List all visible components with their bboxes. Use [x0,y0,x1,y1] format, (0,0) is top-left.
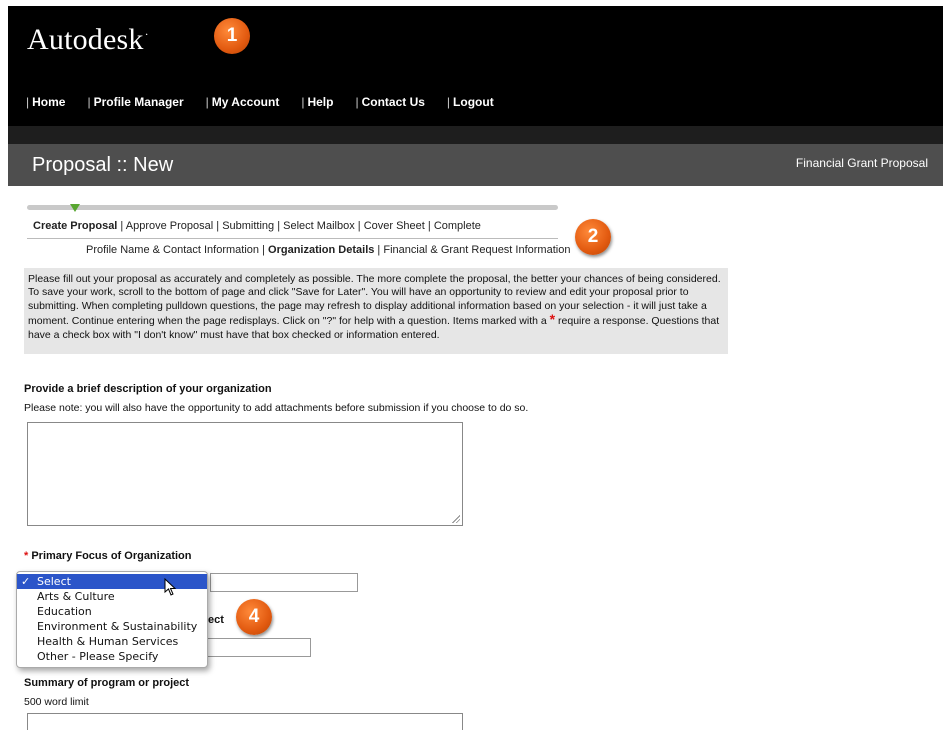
nav-logout[interactable]: | Logout [447,95,494,109]
substep-organization-details: Organization Details [268,244,375,256]
nav-help[interactable]: | Help [301,95,333,109]
header-divider-band [8,126,943,144]
proposal-type-label: Financial Grant Proposal [795,156,928,170]
summary-textarea[interactable] [27,713,463,730]
step-create-proposal: Create Proposal [33,220,118,232]
instructions-box: Please fill out your proposal as accurat… [24,268,728,354]
description-label: Provide a brief description of your orga… [24,383,272,395]
callout-badge-1: 1 [214,18,250,54]
progress-bar [27,204,558,212]
step-select-mailbox: Select Mailbox [283,220,355,232]
nav-profile-manager[interactable]: | Profile Manager [87,95,183,109]
nav-contact-us[interactable]: | Contact Us [355,95,424,109]
option-health-human-services[interactable]: Health & Human Services [17,634,207,649]
title-bar: Proposal :: New Financial Grant Proposal [8,144,943,186]
program-name-label: ect [208,614,224,626]
summary-note: 500 word limit [24,696,89,708]
step-approve-proposal: Approve Proposal [125,220,214,232]
primary-focus-other-input[interactable] [210,573,358,592]
option-select[interactable]: ✓ Select [17,574,207,589]
description-textarea[interactable] [27,422,463,526]
autodesk-logo[interactable]: Autodesk· [27,23,149,57]
summary-label: Summary of program or project [24,677,190,689]
description-note: Please note: you will also have the oppo… [24,402,529,414]
main-nav: | Home | Profile Manager | My Account | Help… [26,95,516,109]
checkmark-icon: ✓ [21,575,31,588]
primary-focus-label: * Primary Focus of Organization [24,550,192,562]
header-bar: Autodesk· | Home | Profile Manager | My Acc… [8,6,943,126]
primary-focus-dropdown[interactable]: ✓ Select Arts & Culture Education Environ… [16,571,208,668]
substep-financial-grant: Financial & Grant Request Information [383,244,571,256]
page-title: Proposal :: New [32,154,174,176]
progress-marker-icon [69,204,80,212]
nav-home[interactable]: | Home [26,95,65,109]
step-submitting: Submitting [222,220,275,232]
mouse-pointer-icon [164,578,177,596]
option-arts-culture[interactable]: Arts & Culture [17,589,207,604]
steps-divider [27,238,558,239]
step-cover-sheet: Cover Sheet [363,220,425,232]
wizard-substeps: Profile Name & Contact Information | Org… [86,244,571,256]
option-other-specify[interactable]: Other - Please Specify [17,649,207,664]
substep-profile-contact: Profile Name & Contact Information [86,244,260,256]
option-environment-sustainability[interactable]: Environment & Sustainability [17,619,207,634]
program-name-input[interactable] [200,638,311,657]
callout-badge-4: 4 [236,599,272,635]
nav-my-account[interactable]: | My Account [206,95,280,109]
callout-badge-2: 2 [575,219,611,255]
option-education[interactable]: Education [17,604,207,619]
step-complete: Complete [433,220,481,232]
wizard-steps: Create Proposal | Approve Proposal | Sub… [33,220,481,232]
resize-grip-icon[interactable] [452,515,460,523]
